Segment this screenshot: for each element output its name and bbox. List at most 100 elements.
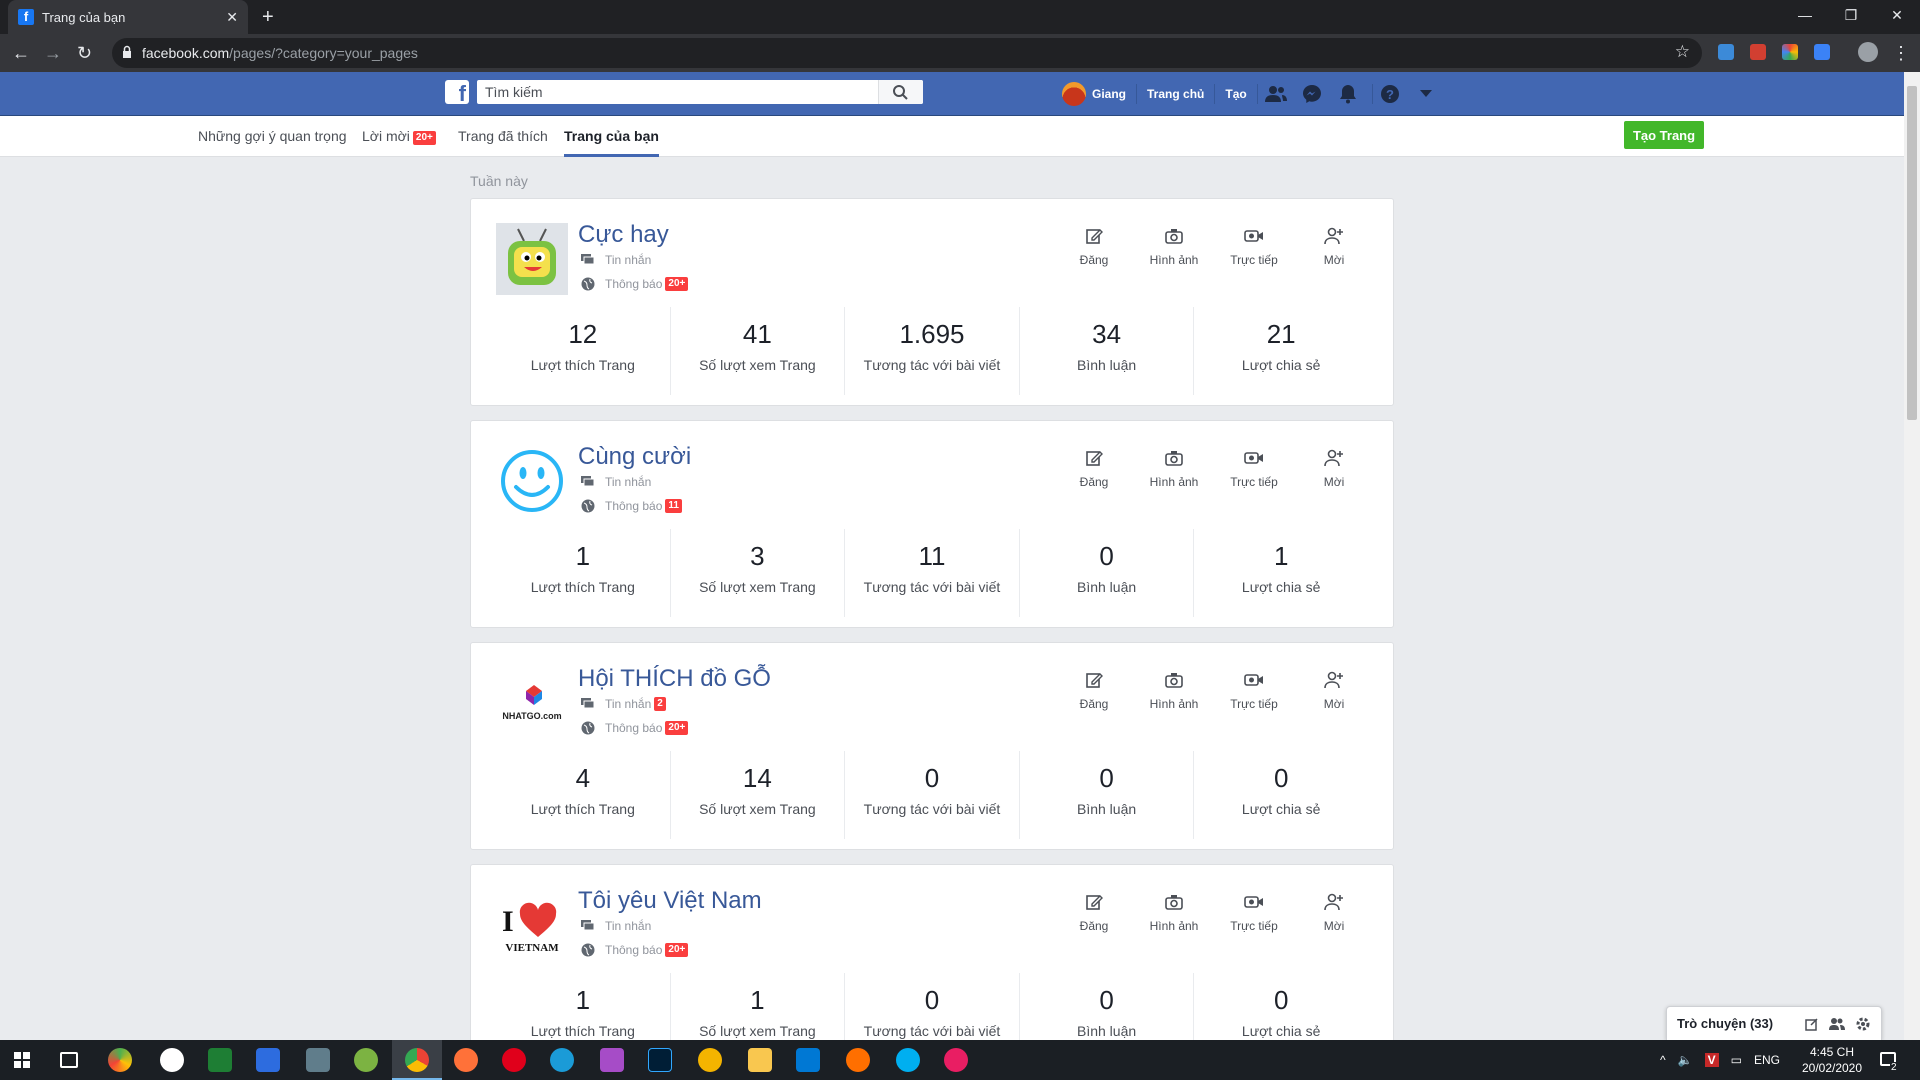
post-button[interactable]: Đăng — [1054, 671, 1134, 711]
app-icon[interactable] — [846, 1048, 870, 1072]
photo-button[interactable]: Hình ảnh — [1134, 449, 1214, 489]
tray-chevron-up-icon[interactable]: ^ — [1660, 1053, 1666, 1067]
windows-start-icon[interactable] — [14, 1052, 30, 1068]
language-indicator[interactable]: ENG — [1754, 1053, 1780, 1067]
shares-stat[interactable]: 0 Lượt chia sẻ — [1194, 751, 1368, 839]
invite-button[interactable]: Mời — [1294, 449, 1374, 489]
notifications-link[interactable]: Thông báo 20+ — [581, 943, 689, 957]
phpstorm-icon[interactable] — [600, 1048, 624, 1072]
invite-button[interactable]: Mời — [1294, 671, 1374, 711]
post-engagement-stat[interactable]: 11 Tương tác với bài viết — [845, 529, 1020, 617]
app-icon[interactable] — [354, 1048, 378, 1072]
scrollbar-thumb[interactable] — [1907, 86, 1917, 420]
firefox-icon[interactable] — [454, 1048, 478, 1072]
new-tab-icon[interactable]: + — [262, 7, 274, 27]
photo-button[interactable]: Hình ảnh — [1134, 227, 1214, 267]
minimize-icon[interactable]: — — [1782, 0, 1828, 30]
tab-your-pages[interactable]: Trang của bạn — [564, 128, 659, 144]
facebook-logo-icon[interactable]: f — [445, 80, 469, 104]
photo-button[interactable]: Hình ảnh — [1134, 671, 1214, 711]
page-name-link[interactable]: Hội THÍCH đồ GỖ — [578, 665, 771, 693]
volume-icon[interactable]: 🔈 — [1678, 1053, 1693, 1067]
app-icon[interactable] — [306, 1048, 330, 1072]
page-likes-stat[interactable]: 1 Lượt thích Trang — [496, 529, 671, 617]
messages-link[interactable]: Tin nhắn — [581, 919, 651, 933]
live-button[interactable]: Trực tiếp — [1214, 671, 1294, 711]
page-views-stat[interactable]: 14 Số lượt xem Trang — [671, 751, 846, 839]
edge-dev-icon[interactable] — [550, 1048, 574, 1072]
post-engagement-stat[interactable]: 1.695 Tương tác với bài viết — [845, 307, 1020, 395]
notifications-link[interactable]: Thông báo 11 — [581, 499, 682, 513]
new-message-icon[interactable] — [1805, 1017, 1819, 1031]
zalo-icon[interactable] — [160, 1048, 184, 1072]
opera-icon[interactable] — [502, 1048, 526, 1072]
back-icon[interactable]: ← — [12, 42, 30, 64]
help-icon[interactable]: ? — [1371, 84, 1408, 104]
browser-tab[interactable]: f Trang của bạn ✕ — [8, 0, 248, 34]
bookmark-star-icon[interactable]: ☆ — [1675, 42, 1690, 62]
app-icon[interactable] — [256, 1048, 280, 1072]
forward-icon[interactable]: → — [44, 42, 62, 64]
page-likes-stat[interactable]: 4 Lượt thích Trang — [496, 751, 671, 839]
new-group-icon[interactable] — [1829, 1017, 1845, 1031]
color-extension-icon[interactable] — [1782, 44, 1798, 60]
close-tab-icon[interactable]: ✕ — [226, 9, 238, 26]
profile-link[interactable]: Giang — [1060, 82, 1138, 106]
live-button[interactable]: Trực tiếp — [1214, 449, 1294, 489]
shares-stat[interactable]: 21 Lượt chia sẻ — [1194, 307, 1368, 395]
friend-requests-icon[interactable] — [1258, 85, 1294, 103]
vscode-icon[interactable] — [796, 1048, 820, 1072]
close-window-icon[interactable]: ✕ — [1874, 0, 1920, 30]
messages-link[interactable]: Tin nhắn — [581, 253, 651, 267]
tab-liked-pages[interactable]: Trang đã thích — [458, 128, 548, 144]
page-logo-i-love-vietnam-logo[interactable]: I VIETNAM — [496, 889, 568, 961]
taskbar-clock[interactable]: 4:45 CH 20/02/2020 — [1796, 1044, 1868, 1076]
page-name-link[interactable]: Cùng cười — [578, 443, 691, 471]
app-icon[interactable] — [108, 1048, 132, 1072]
page-logo-tv-mascot-logo[interactable] — [496, 223, 568, 295]
page-name-link[interactable]: Tôi yêu Việt Nam — [578, 887, 762, 915]
page-likes-stat[interactable]: 12 Lượt thích Trang — [496, 307, 671, 395]
chat-tab[interactable]: Trò chuyện (33) — [1666, 1006, 1882, 1040]
messages-link[interactable]: Tin nhắn — [581, 475, 651, 489]
comments-stat[interactable]: 0 Bình luận — [1020, 529, 1195, 617]
page-logo-nhatgo-logo[interactable]: NHATGO.com — [496, 667, 568, 739]
network-icon[interactable]: ▭ — [1731, 1053, 1742, 1067]
gmail-extension-icon[interactable] — [1750, 44, 1766, 60]
shares-stat[interactable]: 1 Lượt chia sẻ — [1194, 529, 1368, 617]
page-scrollbar[interactable] — [1904, 72, 1920, 1040]
post-engagement-stat[interactable]: 0 Tương tác với bài viết — [845, 751, 1020, 839]
app-icon[interactable] — [698, 1048, 722, 1072]
translate-extension-icon[interactable] — [1814, 44, 1830, 60]
page-views-stat[interactable]: 41 Số lượt xem Trang — [671, 307, 846, 395]
unikey-v-icon[interactable]: V — [1704, 1053, 1719, 1067]
photoshop-icon[interactable] — [648, 1048, 672, 1072]
post-button[interactable]: Đăng — [1054, 449, 1134, 489]
profile-avatar[interactable] — [1858, 42, 1878, 62]
page-views-stat[interactable]: 3 Số lượt xem Trang — [671, 529, 846, 617]
reload-icon[interactable]: ↻ — [77, 42, 92, 64]
account-menu-chevron-down-icon[interactable] — [1408, 90, 1444, 98]
task-view-icon[interactable] — [60, 1052, 78, 1068]
page-logo-smiley-logo[interactable] — [496, 445, 568, 517]
comments-stat[interactable]: 34 Bình luận — [1020, 307, 1195, 395]
invite-button[interactable]: Mời — [1294, 227, 1374, 267]
messages-link[interactable]: Tin nhắn 2 — [581, 697, 666, 711]
live-button[interactable]: Trực tiếp — [1214, 893, 1294, 933]
tab-invites[interactable]: Lời mời 20+ — [362, 128, 436, 145]
search-button[interactable] — [878, 80, 923, 104]
address-bar[interactable]: facebook.com/pages/?category=your_pages … — [112, 38, 1702, 68]
home-link[interactable]: Trang chủ — [1137, 84, 1216, 104]
app-icon[interactable] — [944, 1048, 968, 1072]
search-input[interactable] — [477, 80, 923, 104]
photo-button[interactable]: Hình ảnh — [1134, 893, 1214, 933]
notifications-link[interactable]: Thông báo 20+ — [581, 277, 689, 291]
create-link[interactable]: Tạo — [1215, 84, 1258, 104]
chat-settings-gear-icon[interactable] — [1855, 1016, 1871, 1032]
spreadsheet-app-icon[interactable] — [208, 1048, 232, 1072]
comments-stat[interactable]: 0 Bình luận — [1020, 751, 1195, 839]
extension-icon[interactable] — [1718, 44, 1734, 60]
chrome-icon[interactable] — [405, 1048, 429, 1072]
messenger-icon[interactable] — [1294, 84, 1330, 104]
restore-icon[interactable]: ❐ — [1828, 0, 1874, 30]
